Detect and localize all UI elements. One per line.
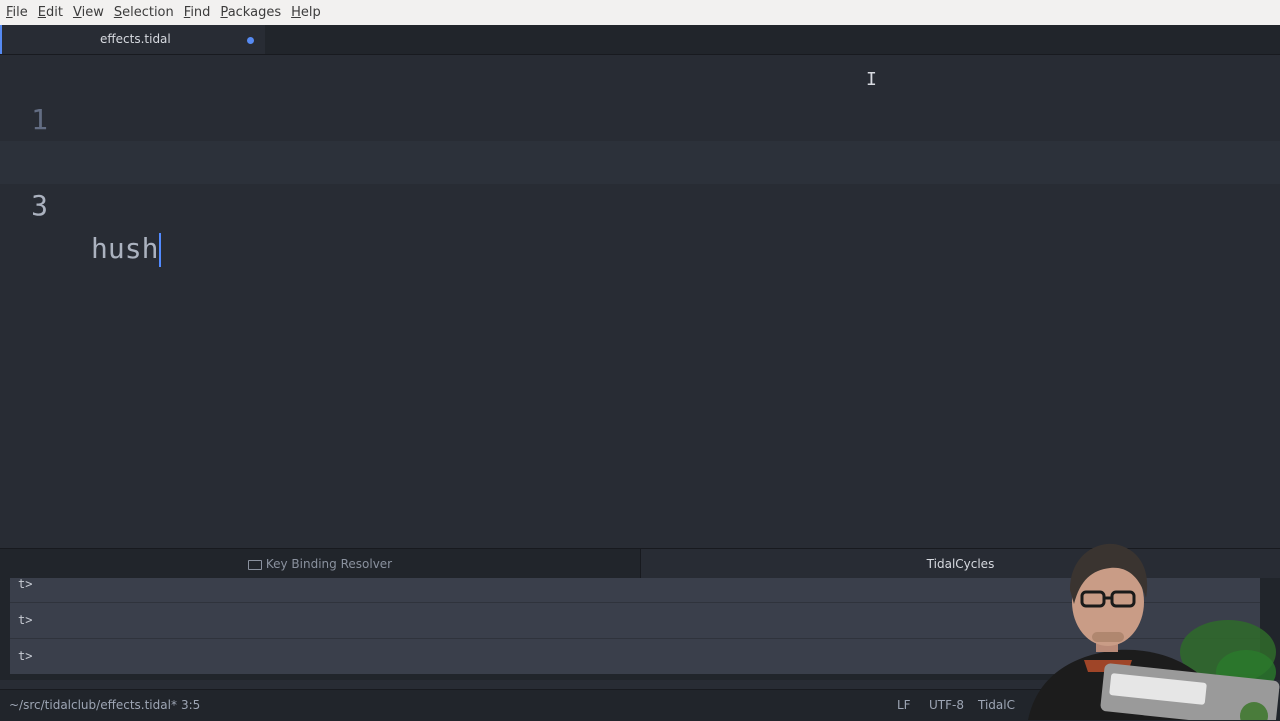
menu-bar: File Edit View Selection Find Packages H… [0, 0, 1280, 26]
console-prompt: t> [18, 577, 33, 591]
editor-line-2[interactable]: 2 [0, 98, 1280, 179]
tab-label: Key Binding Resolver [265, 557, 393, 571]
tab-title: effects.tidal [100, 32, 171, 46]
line-ending[interactable]: LF [897, 690, 911, 720]
menu-view[interactable]: View [69, 0, 108, 25]
modified-indicator-icon[interactable] [247, 37, 254, 44]
tab-label: TidalCycles [926, 557, 995, 571]
menu-help[interactable]: Help [287, 0, 325, 25]
console-prompt: t> [18, 613, 33, 627]
file-encoding[interactable]: UTF-8 [929, 690, 964, 720]
file-path[interactable]: ~/src/tidalclub/effects.tidal* [9, 690, 177, 720]
presenter-video-image [1028, 543, 1280, 720]
editor-line-3[interactable]: 3 hush [0, 141, 1280, 267]
line-number: 3 [31, 189, 48, 222]
tab-key-binding-resolver[interactable]: Key Binding Resolver [0, 549, 641, 579]
code-token-plain: hush [91, 232, 159, 265]
tab-bar: effects.tidal [0, 25, 1280, 55]
line-code[interactable]: hush [91, 227, 162, 270]
menu-find[interactable]: Find [180, 0, 215, 25]
grammar-selector[interactable]: TidalC [978, 690, 1015, 720]
code-editor[interactable]: 1 d1 $ n "0 4 [3 4] 3" # sound "cpu" # c… [0, 55, 1280, 547]
menu-selection[interactable]: Selection [110, 0, 178, 25]
menu-edit[interactable]: Edit [34, 0, 67, 25]
editor-line-1[interactable]: 1 d1 $ n "0 4 [3 4] 3" # sound "cpu" # c… [0, 55, 1280, 179]
cursor-position[interactable]: 3:5 [181, 690, 200, 720]
mouse-ibeam-icon: I [866, 69, 877, 90]
menu-file[interactable]: File [2, 0, 32, 25]
text-cursor [159, 233, 162, 267]
console-prompt: t> [18, 649, 33, 663]
keyboard-icon [247, 559, 262, 570]
webcam-overlay [1018, 532, 1280, 720]
tab-effects-tidal[interactable]: effects.tidal [0, 25, 265, 54]
menu-packages[interactable]: Packages [216, 0, 285, 25]
